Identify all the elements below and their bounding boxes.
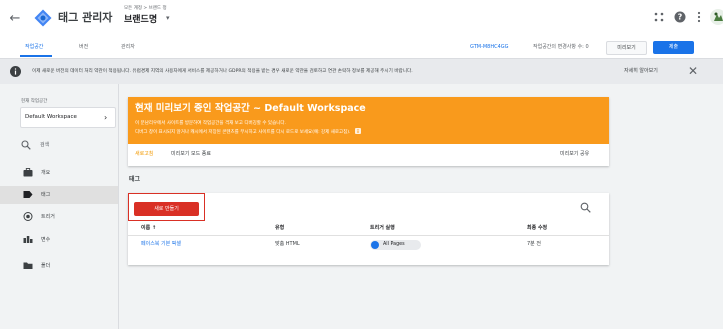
column-header-trigger[interactable]: 트리거 실행 (370, 222, 395, 235)
tags-table-card: 새로 만들기 이름 ↑ 유형 트리거 실행 최종 수정 페이스북 기본 픽셀 맞… (128, 193, 609, 265)
sidebar-item-variables[interactable]: 변수 (0, 231, 118, 249)
preview-description: 디버그 창이 표시되지 않거나 캐시에서 저장된 콘텐츠를 무시하고 사이트를 … (135, 128, 361, 136)
sidebar-item-triggers[interactable]: 트리거 (0, 208, 118, 226)
sidebar-item-folders[interactable]: 폴더 (0, 257, 118, 275)
chevron-right-icon: › (104, 113, 108, 122)
more-vert-icon[interactable] (696, 11, 702, 23)
back-arrow-icon[interactable]: ← (9, 12, 21, 26)
notice-banner: 이제 새로운 버전의 데이터 처리 약관이 적용됩니다. 유럽경제 지역의 사용… (0, 59, 723, 84)
eye-icon (371, 241, 379, 249)
trigger-chip[interactable]: All Pages (370, 240, 421, 250)
chevron-down-icon[interactable]: ▾ (166, 14, 170, 22)
sidebar-item-label: 변수 (41, 237, 51, 243)
search-icon (21, 140, 31, 150)
help-icon[interactable]: ? (674, 11, 686, 23)
avatar[interactable] (710, 9, 723, 25)
tab-workspace[interactable]: 작업공간 (25, 38, 43, 56)
tag-modified: 7분 전 (527, 241, 541, 247)
learn-more-link[interactable]: 자세히 알아보기 (624, 59, 658, 84)
container-id-link[interactable]: GTM-M8HC4GG (470, 38, 509, 56)
preview-button[interactable]: 미리보기 (606, 41, 647, 55)
tab-admin[interactable]: 관리자 (121, 38, 135, 56)
tag-icon (23, 191, 33, 198)
refresh-link[interactable]: 새로고침 (135, 144, 153, 164)
active-tab-indicator (20, 55, 52, 57)
new-tag-button[interactable]: 새로 만들기 (134, 202, 199, 216)
tag-type: 맞춤 HTML (275, 241, 300, 247)
info-icon (10, 66, 21, 77)
preview-mode-card: 현재 미리보기 중인 작업공간 ~ Default Workspace 이 분남… (128, 97, 609, 166)
share-preview-link[interactable]: 미리보기 공유 (560, 144, 589, 164)
app-title: 태그 관리자 (58, 11, 113, 24)
search-label: 검색 (40, 142, 50, 148)
current-workspace-label: 현재 작업공간 (21, 99, 48, 104)
sidebar-item-label: 트리거 (41, 214, 55, 220)
apps-grid-icon[interactable] (653, 11, 665, 23)
sidebar-item-tags[interactable]: 태그 (0, 186, 118, 204)
sidebar-item-overview[interactable]: 개요 (0, 164, 118, 182)
workspace-selector[interactable]: Default Workspace › (20, 107, 116, 128)
tags-heading: 태그 (129, 176, 141, 183)
preview-title: 현재 미리보기 중인 작업공간 ~ Default Workspace (135, 103, 366, 114)
svg-text:?: ? (678, 13, 683, 22)
exit-preview-link[interactable]: 미리보기 모드 종료 (171, 144, 211, 164)
table-row[interactable]: 페이스북 기본 픽셀 맞춤 HTML All Pages 7분 전 (128, 236, 609, 253)
close-icon[interactable]: ✕ (688, 65, 698, 77)
sidebar-item-label: 폴더 (41, 263, 51, 269)
sidebar-item-label: 태그 (41, 192, 51, 198)
variables-icon (23, 236, 33, 243)
preview-description-text: 디버그 창이 표시되지 않거나 캐시에서 저장된 콘텐츠를 무시하고 사이트를 … (135, 130, 351, 135)
workspace-selector-value: Default Workspace (25, 114, 77, 120)
tag-name-link[interactable]: 페이스북 기본 픽셀 (141, 236, 181, 253)
tab-versions[interactable]: 버전 (79, 38, 88, 56)
tag-manager-logo-icon[interactable] (34, 9, 52, 27)
trigger-chip-label: All Pages (383, 242, 405, 247)
sidebar-search[interactable]: 검색 (18, 138, 118, 154)
info-icon[interactable] (354, 128, 361, 134)
search-icon[interactable] (580, 202, 591, 213)
column-header-modified[interactable]: 최종 수정 (527, 222, 547, 235)
sidebar-item-label: 개요 (41, 170, 51, 176)
column-header-name[interactable]: 이름 ↑ (141, 222, 156, 235)
trigger-icon (23, 212, 33, 221)
briefcase-icon (23, 168, 33, 177)
tab-bar: 작업공간 버전 관리자 GTM-M8HC4GG 작업공간의 변경사항 수: 0 … (0, 38, 723, 59)
preview-description: 이 분남리우에서 사이트를 방문하여 작업공간을 격재 보고 디버깅할 수 있습… (135, 121, 286, 126)
folder-icon (23, 262, 33, 269)
column-header-type[interactable]: 유형 (275, 222, 284, 235)
submit-button[interactable]: 제출 (653, 41, 694, 54)
table-header: 이름 ↑ 유형 트리거 실행 최종 수정 (128, 222, 609, 236)
notice-text: 이제 새로운 버전의 데이터 처리 약관이 적용됩니다. 유럽경제 지역의 사용… (32, 69, 413, 74)
breadcrumb[interactable]: 모든 계정 > 브랜드 정 (124, 6, 167, 12)
workspace-changes-count: 작업공간의 변경사항 수: 0 (533, 44, 589, 50)
account-name[interactable]: 브랜드명 (124, 13, 157, 27)
preview-header: 현재 미리보기 중인 작업공간 ~ Default Workspace 이 분남… (128, 97, 609, 144)
